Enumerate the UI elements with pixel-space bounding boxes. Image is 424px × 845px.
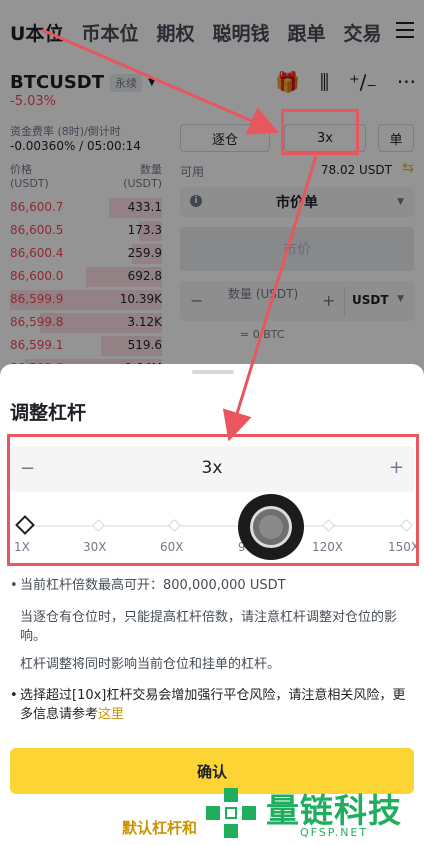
- watermark-url: QFSP.NET: [300, 826, 369, 839]
- watermark-name: 量链科技: [266, 791, 402, 830]
- arrow-to-stepper: [222, 155, 318, 442]
- watermark: 量链科技 QFSP.NET: [200, 782, 424, 845]
- annotation-arrows: [41, 28, 318, 442]
- watermark-logo-icon: [206, 788, 256, 838]
- arrow-to-leverage: [41, 28, 280, 135]
- trading-screen: U本位 币本位 期权 聪明钱 跟单 交易 BTCUSDT 永续 ▼ -5.03%…: [0, 0, 424, 845]
